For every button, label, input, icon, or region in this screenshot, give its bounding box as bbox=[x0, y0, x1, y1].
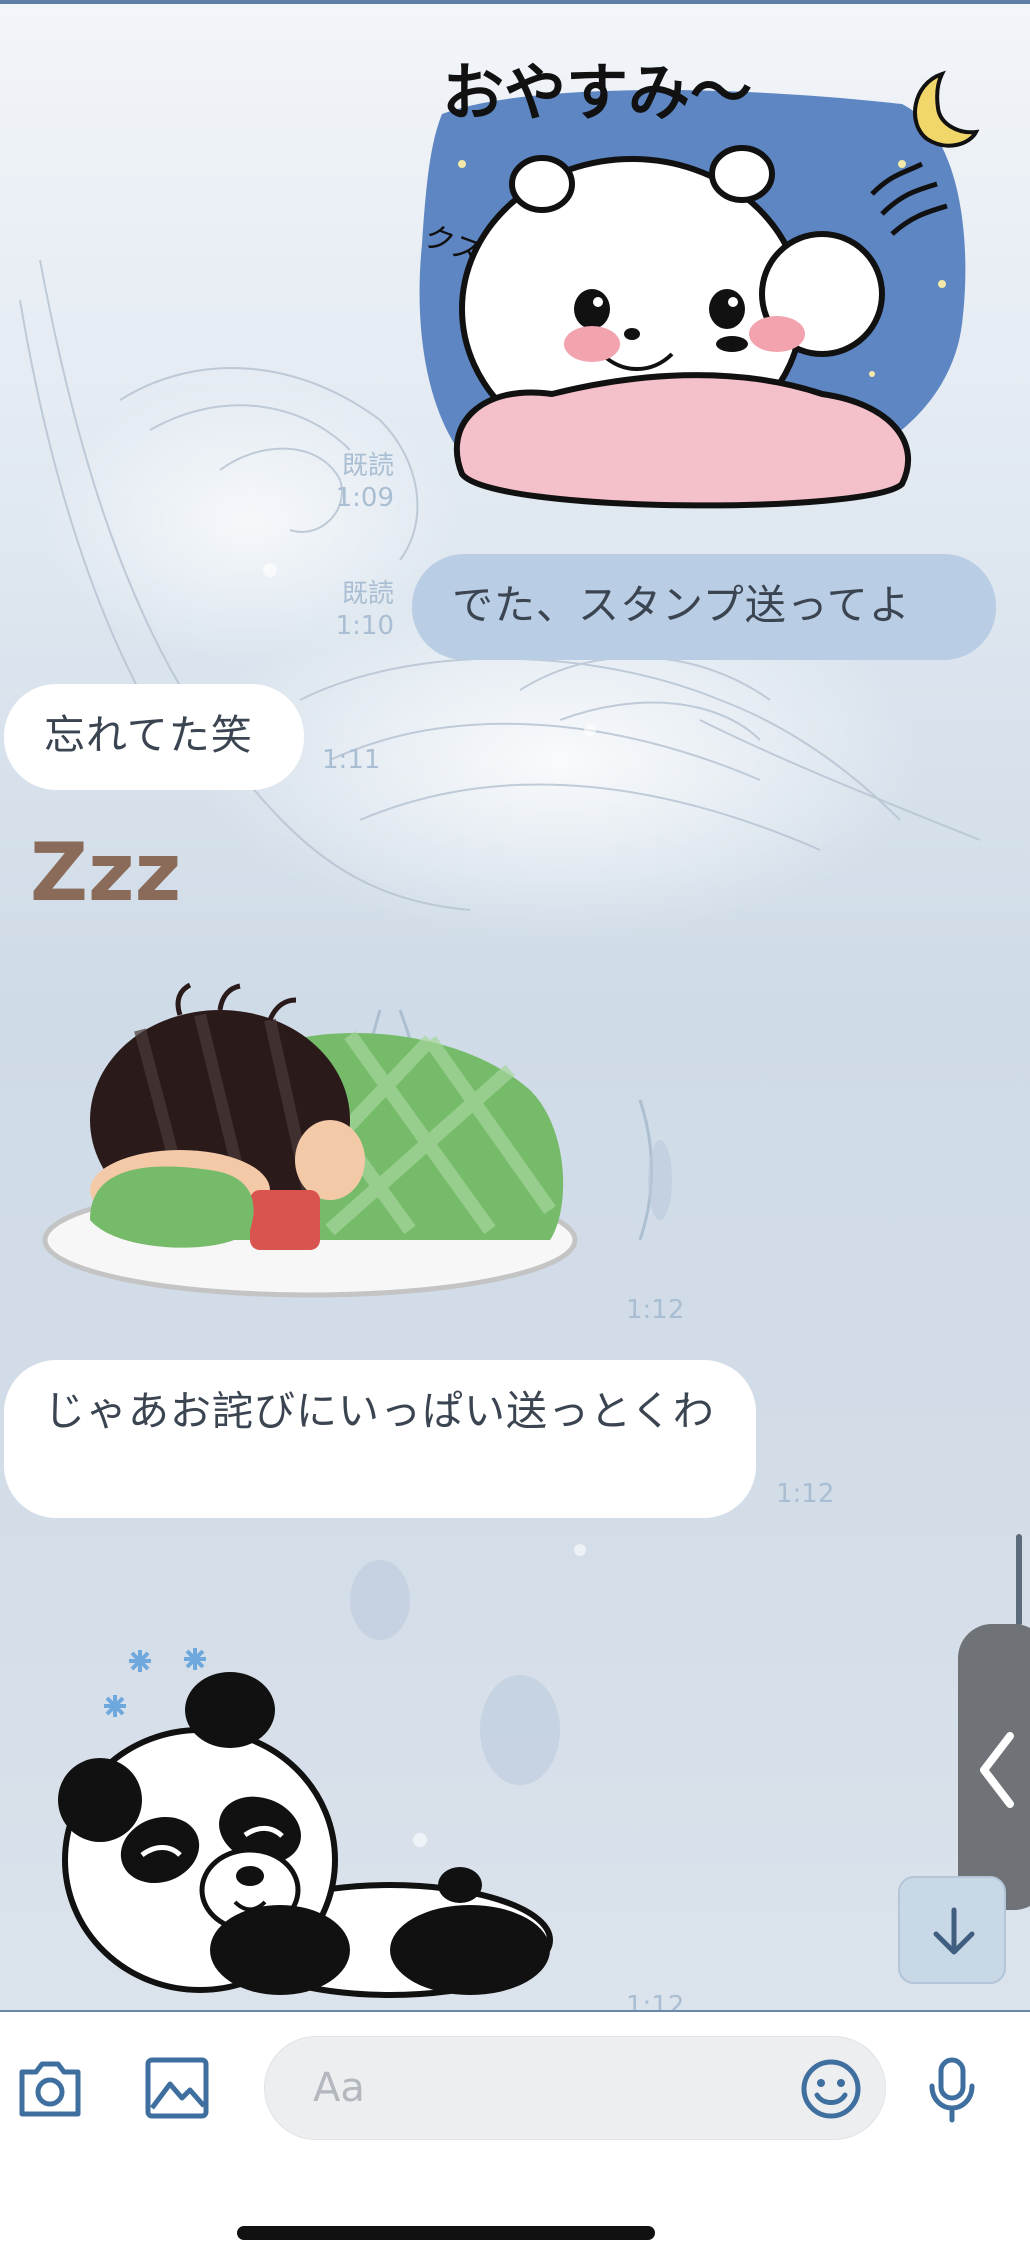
chat-screen: おやすみ〜 クスッ クス 既読 bbox=[0, 0, 1030, 2266]
read-receipt: 既読 1:10 bbox=[335, 579, 394, 641]
arrow-down-icon bbox=[933, 1907, 975, 1955]
message-bubble-outgoing[interactable]: でた、スタンプ送ってよ bbox=[412, 554, 996, 660]
microphone-icon[interactable] bbox=[924, 2056, 980, 2124]
scrollbar[interactable] bbox=[1016, 1534, 1022, 1626]
sticker-caption: おやすみ〜 bbox=[442, 56, 752, 129]
message-text: でた、スタンプ送ってよ bbox=[452, 581, 911, 629]
sleeping-panda-sticker[interactable] bbox=[50, 1640, 570, 2010]
message-text: じゃあお詫びにいっぱい送っとくわ bbox=[44, 1387, 715, 1435]
message-input[interactable] bbox=[264, 2036, 886, 2140]
message-text-field[interactable] bbox=[311, 2055, 755, 2121]
side-panel-handle[interactable] bbox=[958, 1624, 1030, 1910]
emoji-icon[interactable] bbox=[799, 2057, 863, 2121]
message-time: 1:11 bbox=[322, 745, 381, 775]
message-bubble-incoming[interactable]: じゃあお詫びにいっぱい送っとくわ bbox=[4, 1360, 756, 1518]
message-bubble-incoming[interactable]: 忘れてた笑 bbox=[4, 684, 304, 790]
message-time: 1:12 bbox=[776, 1479, 835, 1509]
read-receipt: 既読 1:09 bbox=[335, 451, 394, 513]
sticker-caption: Zzz bbox=[30, 830, 181, 919]
image-icon[interactable] bbox=[144, 2056, 210, 2120]
chevron-left-icon bbox=[980, 1732, 1014, 1808]
home-indicator[interactable] bbox=[237, 2226, 655, 2240]
message-time: 1:12 bbox=[626, 1295, 685, 1325]
camera-icon[interactable] bbox=[16, 2058, 84, 2118]
message-time: 1:12 bbox=[626, 1991, 685, 2010]
oyasumi-bear-sticker[interactable]: おやすみ〜 クスッ クス bbox=[402, 44, 982, 520]
message-text: 忘れてた笑 bbox=[44, 711, 253, 759]
chat-area[interactable]: おやすみ〜 クスッ クス 既読 bbox=[0, 0, 1030, 2010]
sleeping-child-sticker[interactable]: Zzz bbox=[30, 830, 590, 1310]
scroll-to-bottom-button[interactable] bbox=[898, 1876, 1006, 1984]
